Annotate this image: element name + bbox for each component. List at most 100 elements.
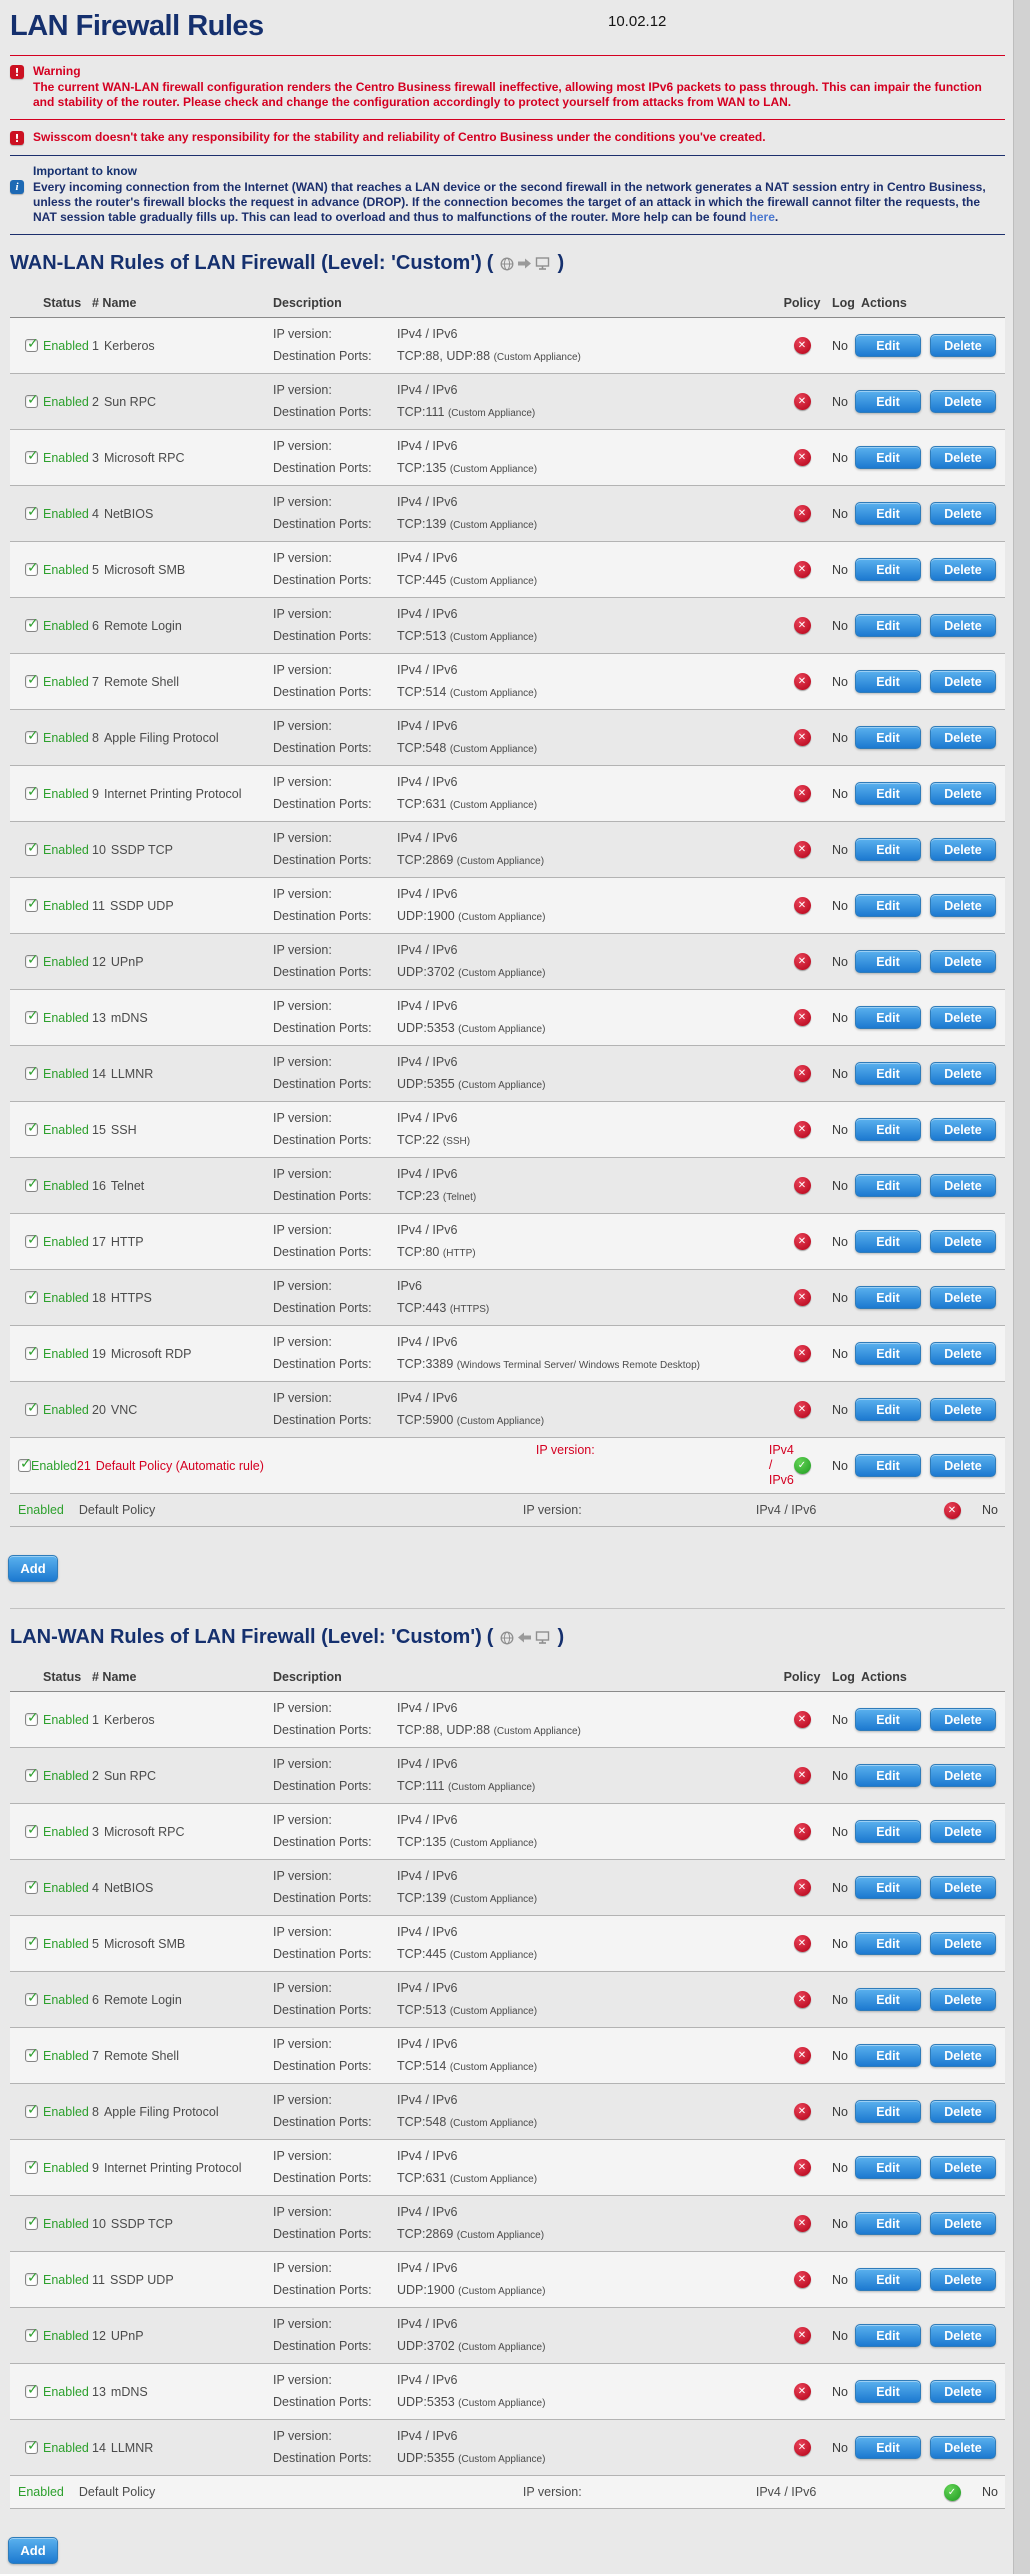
status-checkbox[interactable] — [25, 2441, 38, 2454]
edit-button[interactable]: Edit — [855, 1988, 921, 2011]
delete-button[interactable]: Delete — [930, 2212, 996, 2235]
status-checkbox[interactable] — [25, 1769, 38, 1782]
status-checkbox[interactable] — [25, 1235, 38, 1248]
status-checkbox[interactable] — [25, 2385, 38, 2398]
status-checkbox[interactable] — [25, 675, 38, 688]
status-checkbox[interactable] — [25, 2217, 38, 2230]
delete-button[interactable]: Delete — [930, 614, 996, 637]
edit-button[interactable]: Edit — [855, 782, 921, 805]
delete-button[interactable]: Delete — [930, 670, 996, 693]
edit-button[interactable]: Edit — [855, 1286, 921, 1309]
edit-button[interactable]: Edit — [855, 502, 921, 525]
status-checkbox[interactable] — [25, 1347, 38, 1360]
edit-button[interactable]: Edit — [855, 1118, 921, 1141]
status-checkbox[interactable] — [25, 2161, 38, 2174]
edit-button[interactable]: Edit — [855, 2380, 921, 2403]
delete-button[interactable]: Delete — [930, 2380, 996, 2403]
edit-button[interactable]: Edit — [855, 1398, 921, 1421]
delete-button[interactable]: Delete — [930, 726, 996, 749]
status-checkbox[interactable] — [18, 1459, 31, 1472]
edit-button[interactable]: Edit — [855, 1764, 921, 1787]
edit-button[interactable]: Edit — [855, 1230, 921, 1253]
delete-button[interactable]: Delete — [930, 1286, 996, 1309]
edit-button[interactable]: Edit — [855, 1820, 921, 1843]
delete-button[interactable]: Delete — [930, 334, 996, 357]
add-rule-button[interactable]: Add — [8, 2537, 58, 2564]
delete-button[interactable]: Delete — [930, 1932, 996, 1955]
status-checkbox[interactable] — [25, 339, 38, 352]
delete-button[interactable]: Delete — [930, 2436, 996, 2459]
edit-button[interactable]: Edit — [855, 614, 921, 637]
delete-button[interactable]: Delete — [930, 1708, 996, 1731]
delete-button[interactable]: Delete — [930, 446, 996, 469]
delete-button[interactable]: Delete — [930, 1764, 996, 1787]
edit-button[interactable]: Edit — [855, 2324, 921, 2347]
delete-button[interactable]: Delete — [930, 782, 996, 805]
delete-button[interactable]: Delete — [930, 390, 996, 413]
add-rule-button[interactable]: Add — [8, 1555, 58, 1582]
edit-button[interactable]: Edit — [855, 726, 921, 749]
status-checkbox[interactable] — [25, 507, 38, 520]
status-checkbox[interactable] — [25, 1993, 38, 2006]
edit-button[interactable]: Edit — [855, 558, 921, 581]
status-checkbox[interactable] — [25, 1825, 38, 1838]
status-checkbox[interactable] — [25, 1713, 38, 1726]
edit-button[interactable]: Edit — [855, 670, 921, 693]
delete-button[interactable]: Delete — [930, 1820, 996, 1843]
status-checkbox[interactable] — [25, 1179, 38, 1192]
delete-button[interactable]: Delete — [930, 2044, 996, 2067]
status-checkbox[interactable] — [25, 1291, 38, 1304]
status-checkbox[interactable] — [25, 899, 38, 912]
edit-button[interactable]: Edit — [855, 1342, 921, 1365]
status-checkbox[interactable] — [25, 1123, 38, 1136]
edit-button[interactable]: Edit — [855, 894, 921, 917]
edit-button[interactable]: Edit — [855, 1454, 921, 1477]
help-link[interactable]: here — [750, 210, 775, 224]
status-checkbox[interactable] — [25, 2273, 38, 2286]
status-checkbox[interactable] — [25, 787, 38, 800]
edit-button[interactable]: Edit — [855, 334, 921, 357]
edit-button[interactable]: Edit — [855, 1174, 921, 1197]
edit-button[interactable]: Edit — [855, 2100, 921, 2123]
status-checkbox[interactable] — [25, 2049, 38, 2062]
status-checkbox[interactable] — [25, 2105, 38, 2118]
delete-button[interactable]: Delete — [930, 2156, 996, 2179]
edit-button[interactable]: Edit — [855, 1876, 921, 1899]
edit-button[interactable]: Edit — [855, 2156, 921, 2179]
status-checkbox[interactable] — [25, 1403, 38, 1416]
delete-button[interactable]: Delete — [930, 502, 996, 525]
edit-button[interactable]: Edit — [855, 1932, 921, 1955]
delete-button[interactable]: Delete — [930, 950, 996, 973]
edit-button[interactable]: Edit — [855, 1708, 921, 1731]
status-checkbox[interactable] — [25, 1067, 38, 1080]
edit-button[interactable]: Edit — [855, 2268, 921, 2291]
status-checkbox[interactable] — [25, 843, 38, 856]
delete-button[interactable]: Delete — [930, 838, 996, 861]
delete-button[interactable]: Delete — [930, 1988, 996, 2011]
status-checkbox[interactable] — [25, 731, 38, 744]
status-checkbox[interactable] — [25, 451, 38, 464]
status-checkbox[interactable] — [25, 955, 38, 968]
delete-button[interactable]: Delete — [930, 1006, 996, 1029]
delete-button[interactable]: Delete — [930, 1398, 996, 1421]
status-checkbox[interactable] — [25, 563, 38, 576]
edit-button[interactable]: Edit — [855, 1006, 921, 1029]
delete-button[interactable]: Delete — [930, 2324, 996, 2347]
delete-button[interactable]: Delete — [930, 894, 996, 917]
delete-button[interactable]: Delete — [930, 1230, 996, 1253]
edit-button[interactable]: Edit — [855, 2212, 921, 2235]
delete-button[interactable]: Delete — [930, 1062, 996, 1085]
delete-button[interactable]: Delete — [930, 1118, 996, 1141]
delete-button[interactable]: Delete — [930, 1174, 996, 1197]
status-checkbox[interactable] — [25, 1011, 38, 1024]
delete-button[interactable]: Delete — [930, 1876, 996, 1899]
status-checkbox[interactable] — [25, 2329, 38, 2342]
delete-button[interactable]: Delete — [930, 1454, 996, 1477]
edit-button[interactable]: Edit — [855, 950, 921, 973]
edit-button[interactable]: Edit — [855, 1062, 921, 1085]
edit-button[interactable]: Edit — [855, 2436, 921, 2459]
delete-button[interactable]: Delete — [930, 558, 996, 581]
edit-button[interactable]: Edit — [855, 838, 921, 861]
edit-button[interactable]: Edit — [855, 446, 921, 469]
edit-button[interactable]: Edit — [855, 2044, 921, 2067]
